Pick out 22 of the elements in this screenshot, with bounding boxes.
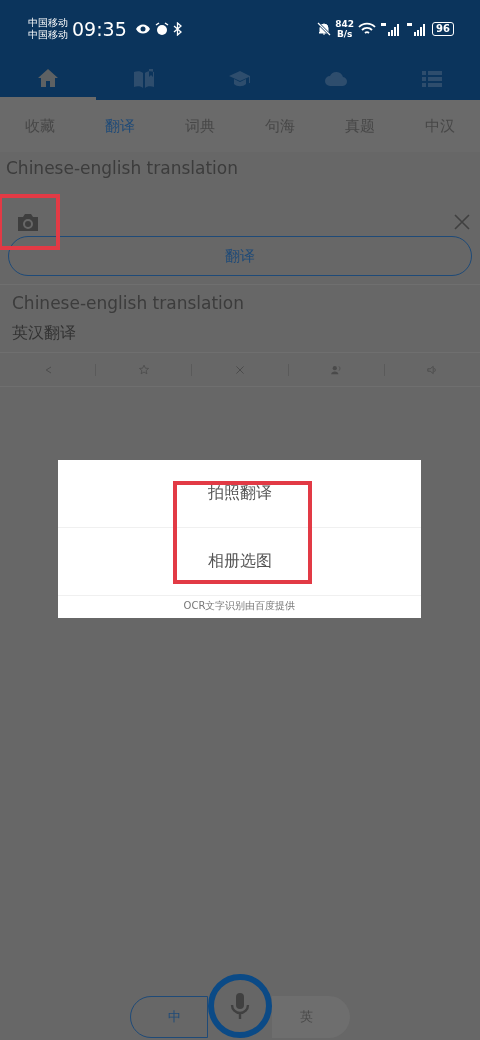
- battery-level: 96: [432, 22, 454, 36]
- eye-icon: [134, 23, 151, 35]
- net-speed-text: B/s: [336, 29, 353, 39]
- microphone-button[interactable]: [208, 974, 272, 1038]
- muted-bell-icon: [317, 22, 332, 36]
- clear-icon[interactable]: [454, 214, 470, 230]
- net-speed-text: 842: [335, 19, 355, 29]
- wifi-icon: [358, 22, 377, 36]
- alarm-icon: [154, 22, 169, 36]
- speaker-person-icon[interactable]: [330, 363, 343, 376]
- clock-time: 09:35: [72, 18, 127, 40]
- bluetooth-icon: [172, 22, 182, 36]
- star-icon[interactable]: [137, 363, 150, 376]
- camera-icon[interactable]: [16, 212, 40, 232]
- category-tab[interactable]: 翻译: [80, 100, 160, 152]
- ocr-credit-text: OCR文字识别由百度提供: [182, 599, 297, 613]
- microphone-icon: [230, 992, 250, 1020]
- language-option[interactable]: 中: [130, 996, 208, 1038]
- carrier-label: 中国移动: [28, 17, 68, 29]
- close-icon[interactable]: [234, 363, 246, 376]
- book-icon: [132, 67, 156, 91]
- carrier-label: 中国移动: [28, 29, 68, 41]
